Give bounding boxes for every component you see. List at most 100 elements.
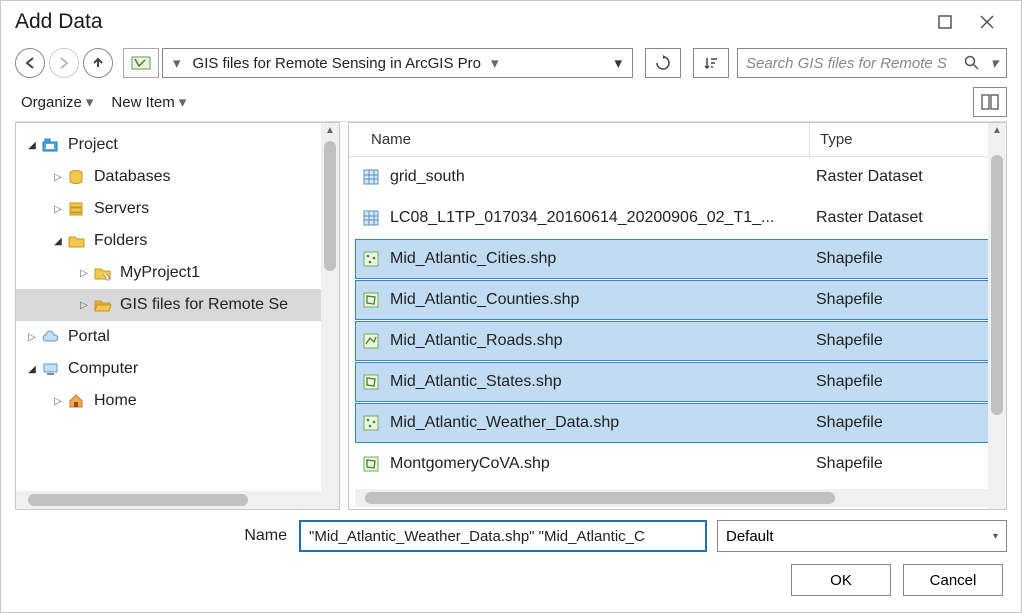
- cloud-icon: [40, 328, 62, 346]
- name-field[interactable]: [299, 520, 707, 552]
- tree-item-label: Folders: [94, 232, 147, 250]
- tree-item-label: MyProject1: [120, 264, 200, 282]
- tree-vscroll[interactable]: ▲: [321, 123, 339, 491]
- search-box[interactable]: Search GIS files for Remote S ▾: [737, 48, 1007, 78]
- breadcrumb-path: GIS files for Remote Sensing in ArcGIS P…: [193, 55, 481, 72]
- collapse-icon[interactable]: ◢: [50, 236, 66, 247]
- sort-button[interactable]: [693, 48, 729, 78]
- up-button[interactable]: [83, 48, 113, 78]
- file-row[interactable]: LC08_L1TP_017034_20160614_20200906_02_T1…: [355, 198, 990, 238]
- view-toggle-button[interactable]: [973, 87, 1007, 117]
- tree-item-label: Portal: [68, 328, 110, 346]
- file-name: MontgomeryCoVA.shp: [386, 455, 806, 473]
- expand-icon[interactable]: ▷: [76, 268, 92, 279]
- cancel-button[interactable]: Cancel: [903, 564, 1003, 596]
- ok-button[interactable]: OK: [791, 564, 891, 596]
- tree-hscroll[interactable]: [16, 491, 339, 509]
- expand-icon[interactable]: ▷: [50, 204, 66, 215]
- file-row[interactable]: Mid_Atlantic_States.shpShapefile: [355, 362, 990, 402]
- file-type: Raster Dataset: [806, 209, 989, 227]
- add-data-dialog: Add Data ▾ GIS files for Remote Sensing …: [0, 0, 1022, 613]
- file-row[interactable]: Mid_Atlantic_Weather_Data.shpShapefile: [355, 403, 990, 443]
- chevron-down-icon: ▾: [86, 93, 94, 111]
- tree-item[interactable]: ◢ Project: [16, 129, 339, 161]
- footer: Name Default ▾ OK Cancel: [1, 510, 1021, 612]
- file-name: Mid_Atlantic_Weather_Data.shp: [386, 414, 806, 432]
- expand-icon[interactable]: ▷: [24, 332, 40, 343]
- line-icon: [358, 332, 386, 350]
- file-name: Mid_Atlantic_Roads.shp: [386, 332, 806, 350]
- column-type[interactable]: Type: [809, 123, 1006, 156]
- collapse-icon[interactable]: ◢: [24, 364, 40, 375]
- list-vscroll[interactable]: ▲: [988, 123, 1006, 509]
- list-hscroll[interactable]: [355, 489, 990, 507]
- polygon-icon: [358, 373, 386, 391]
- folder-home-icon: [92, 264, 114, 282]
- chevron-down-icon[interactable]: ▾: [481, 54, 509, 72]
- tree-item[interactable]: ▷ Home: [16, 385, 339, 417]
- search-icon[interactable]: [964, 55, 980, 71]
- tree-item-label: Computer: [68, 360, 138, 378]
- polygon-icon: [358, 291, 386, 309]
- file-row[interactable]: Mid_Atlantic_Counties.shpShapefile: [355, 280, 990, 320]
- file-row[interactable]: grid_southRaster Dataset: [355, 157, 990, 197]
- filter-select[interactable]: Default ▾: [717, 520, 1007, 552]
- file-name: Mid_Atlantic_States.shp: [386, 373, 806, 391]
- dialog-title: Add Data: [15, 10, 103, 34]
- folder-icon: [66, 232, 88, 250]
- tree-item-label: Home: [94, 392, 137, 410]
- raster-icon: [358, 209, 386, 227]
- navbar: ▾ GIS files for Remote Sensing in ArcGIS…: [1, 43, 1021, 83]
- file-row[interactable]: Mid_Atlantic_Roads.shpShapefile: [355, 321, 990, 361]
- file-type: Shapefile: [806, 455, 989, 473]
- file-type: Shapefile: [806, 373, 989, 391]
- splitter[interactable]: [340, 122, 348, 510]
- back-button[interactable]: [15, 48, 45, 78]
- file-name: Mid_Atlantic_Counties.shp: [386, 291, 806, 309]
- tree-item[interactable]: ▷ GIS files for Remote Se: [16, 289, 339, 321]
- tree-item[interactable]: ◢ Computer: [16, 353, 339, 385]
- file-type: Shapefile: [806, 250, 989, 268]
- file-row[interactable]: Mid_Atlantic_Cities.shpShapefile: [355, 239, 990, 279]
- close-button[interactable]: [967, 7, 1007, 37]
- collapse-icon[interactable]: ◢: [24, 140, 40, 151]
- raster-icon: [358, 168, 386, 186]
- new-item-menu[interactable]: New Item▾: [105, 89, 192, 115]
- house-icon: [66, 392, 88, 410]
- toolbar: Organize▾ New Item▾: [1, 83, 1021, 121]
- filter-value: Default: [726, 528, 774, 545]
- titlebar: Add Data: [1, 1, 1021, 43]
- forward-button[interactable]: [49, 48, 79, 78]
- file-row[interactable]: MontgomeryCoVA.shpShapefile: [355, 444, 990, 484]
- server-icon: [66, 200, 88, 218]
- tree-item-label: Project: [68, 136, 118, 154]
- list-header: Name Type: [349, 123, 1006, 157]
- tree-item[interactable]: ▷ MyProject1: [16, 257, 339, 289]
- chevron-down-icon[interactable]: ▾: [167, 54, 187, 72]
- tree-item[interactable]: ▷ Databases: [16, 161, 339, 193]
- tree-inner: ◢ Project ▷ Databases ▷ Servers ◢ Folders ▷ MyPro…: [16, 123, 339, 491]
- refresh-button[interactable]: [645, 48, 681, 78]
- column-name[interactable]: Name: [349, 131, 809, 148]
- database-icon: [66, 168, 88, 186]
- dropdown-arrow-icon[interactable]: ▾: [608, 54, 628, 72]
- chevron-down-icon: ▾: [993, 531, 998, 542]
- location-type-icon[interactable]: [123, 48, 159, 78]
- chevron-down-icon[interactable]: ▾: [980, 54, 998, 72]
- tree-item[interactable]: ▷ Servers: [16, 193, 339, 225]
- tree-item[interactable]: ▷ Portal: [16, 321, 339, 353]
- maximize-button[interactable]: [925, 7, 965, 37]
- tree-item-label: Servers: [94, 200, 149, 218]
- expand-icon[interactable]: ▷: [50, 172, 66, 183]
- expand-icon[interactable]: ▷: [76, 300, 92, 311]
- organize-menu[interactable]: Organize▾: [15, 89, 99, 115]
- file-name: grid_south: [386, 168, 806, 186]
- tree-item-label: GIS files for Remote Se: [120, 296, 288, 314]
- breadcrumb-box[interactable]: ▾ GIS files for Remote Sensing in ArcGIS…: [162, 48, 633, 78]
- file-type: Raster Dataset: [806, 168, 989, 186]
- file-type: Shapefile: [806, 332, 989, 350]
- tree-item[interactable]: ◢ Folders: [16, 225, 339, 257]
- expand-icon[interactable]: ▷: [50, 396, 66, 407]
- tree-item-label: Databases: [94, 168, 171, 186]
- file-type: Shapefile: [806, 414, 989, 432]
